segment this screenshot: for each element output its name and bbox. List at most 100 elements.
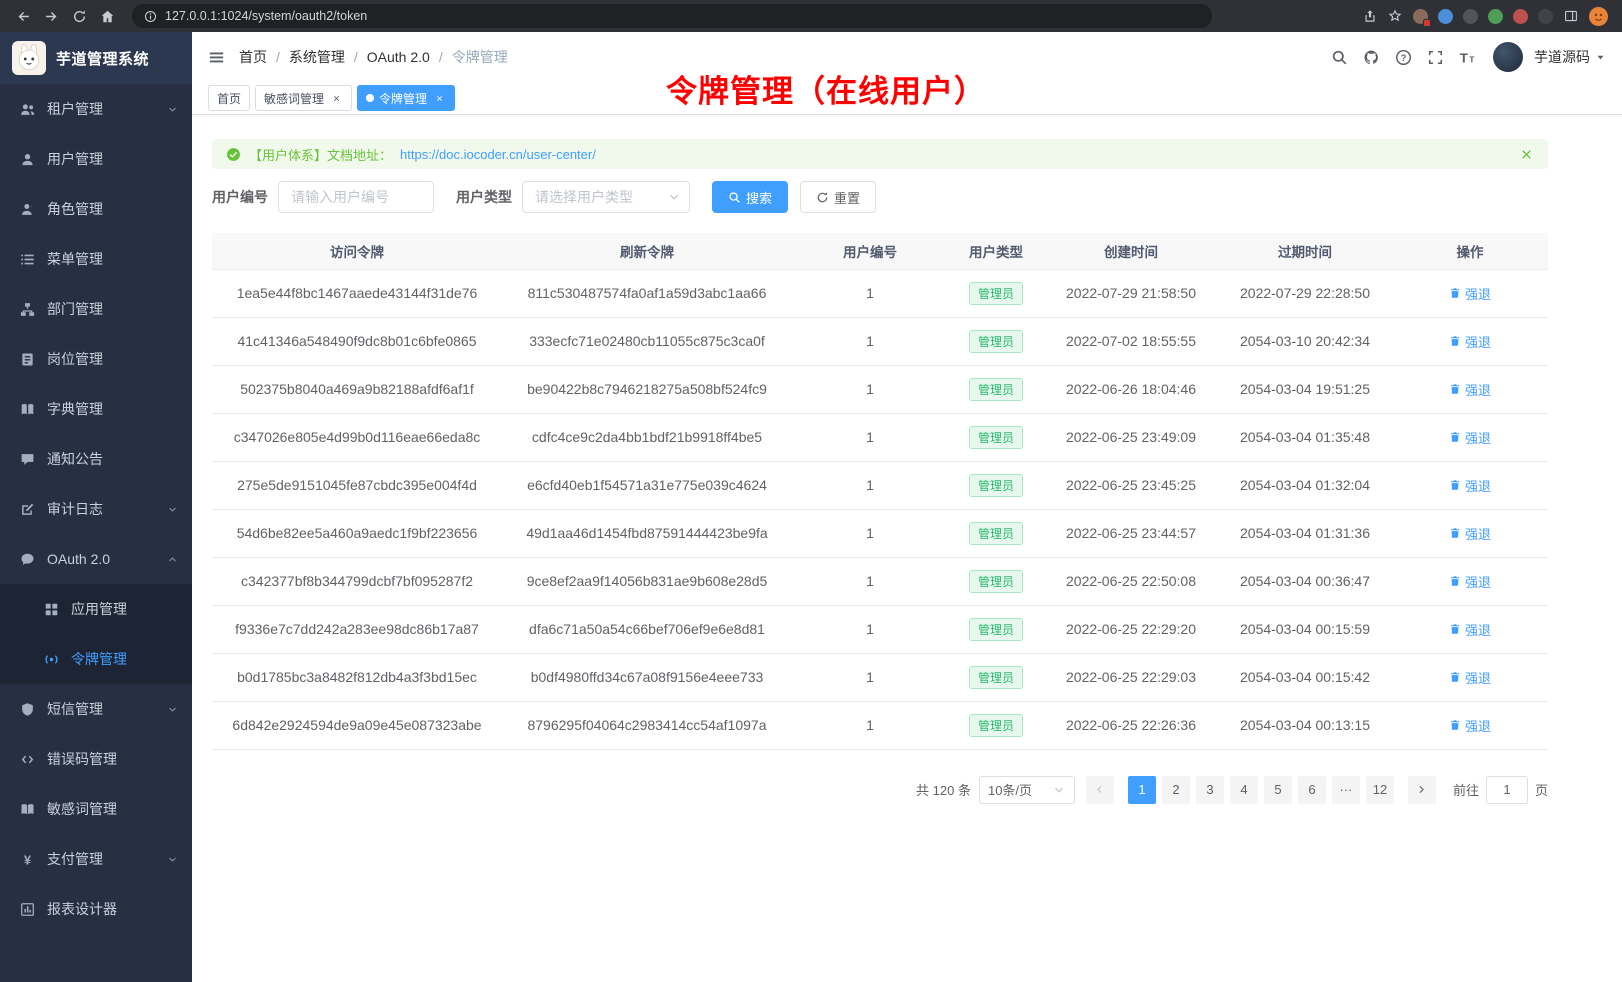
force-logout-button[interactable]: 强退	[1449, 428, 1491, 447]
user-avatar[interactable]	[1493, 42, 1523, 72]
sidebar-toggle-icon[interactable]	[1564, 9, 1578, 23]
extension-green-icon[interactable]	[1488, 9, 1503, 24]
trash-icon	[1449, 623, 1461, 635]
back-icon[interactable]	[10, 3, 36, 29]
extension-blue-icon[interactable]	[1438, 9, 1453, 24]
tab-close-icon[interactable]	[329, 91, 343, 105]
cell: be90422b8c7946218275a508bf524fc9	[502, 365, 792, 413]
cell: 管理员	[948, 365, 1044, 413]
share-icon[interactable]	[1363, 9, 1377, 23]
sidebar-item-sms[interactable]: 短信管理	[0, 684, 192, 734]
page-button-5[interactable]: 5	[1264, 776, 1292, 804]
page-more-button[interactable]: ···	[1332, 776, 1360, 804]
next-page-button[interactable]	[1408, 776, 1436, 804]
page-button-4[interactable]: 4	[1230, 776, 1258, 804]
caret-down-icon[interactable]	[1595, 52, 1606, 63]
chevron-up-icon	[167, 554, 178, 565]
tab-token[interactable]: 令牌管理	[357, 85, 455, 111]
extension-red-icon[interactable]	[1513, 9, 1528, 24]
user-id-input[interactable]	[278, 181, 434, 213]
sidebar-item-sensitive-word[interactable]: 敏感词管理	[0, 784, 192, 834]
page-button-12[interactable]: 12	[1366, 776, 1394, 804]
page-button-6[interactable]: 6	[1298, 776, 1326, 804]
force-logout-button[interactable]: 强退	[1449, 668, 1491, 687]
extension-badge-icon[interactable]	[1413, 9, 1428, 24]
force-logout-button[interactable]: 强退	[1449, 716, 1491, 735]
breadcrumb-item[interactable]: 系统管理	[289, 47, 345, 67]
force-logout-button[interactable]: 强退	[1449, 380, 1491, 399]
cell: 管理员	[948, 509, 1044, 557]
user-type-badge: 管理员	[969, 378, 1023, 401]
search-icon[interactable]	[1323, 41, 1355, 73]
sidebar-item-oauth2[interactable]: OAuth 2.0	[0, 534, 192, 584]
sidebar-item-user[interactable]: 用户管理	[0, 134, 192, 184]
github-icon[interactable]	[1355, 41, 1387, 73]
sidebar-item-tenant[interactable]: 租户管理	[0, 84, 192, 134]
sidebar-item-post[interactable]: 岗位管理	[0, 334, 192, 384]
fontsize-icon[interactable]: TT	[1451, 41, 1483, 73]
sidebar-item-report-designer[interactable]: 报表设计器	[0, 884, 192, 934]
sidebar-item-pay[interactable]: ¥支付管理	[0, 834, 192, 884]
token-table: 访问令牌刷新令牌用户编号用户类型创建时间过期时间操作 1ea5e44f8bc14…	[212, 233, 1548, 750]
extension-gray-icon[interactable]	[1538, 9, 1553, 24]
breadcrumb-item[interactable]: OAuth 2.0	[367, 49, 430, 65]
reload-icon[interactable]	[66, 3, 92, 29]
table-row: 275e5de9151045fe87cbdc395e004f4de6cfd40e…	[212, 461, 1548, 509]
column-header: 过期时间	[1218, 233, 1392, 269]
tab-sensitive-word[interactable]: 敏感词管理	[255, 85, 352, 111]
pay-icon: ¥	[20, 852, 35, 867]
search-button-label: 搜索	[746, 188, 772, 207]
user-type-select[interactable]: 请选择用户类型	[522, 181, 690, 213]
force-logout-button[interactable]: 强退	[1449, 284, 1491, 303]
goto-page-input[interactable]	[1486, 776, 1528, 804]
sidebar-item-notice[interactable]: 通知公告	[0, 434, 192, 484]
url-text: 127.0.0.1:1024/system/oauth2/token	[165, 9, 367, 23]
page-button-3[interactable]: 3	[1196, 776, 1224, 804]
reset-button[interactable]: 重置	[800, 181, 876, 213]
sidebar-item-oauth2-token[interactable]: 令牌管理	[0, 634, 192, 684]
chevron-down-icon	[167, 854, 178, 865]
sidebar-item-oauth2-app[interactable]: 应用管理	[0, 584, 192, 634]
search-button[interactable]: 搜索	[712, 181, 788, 213]
cell: 2022-06-25 23:44:57	[1044, 509, 1218, 557]
tab-home[interactable]: 首页	[208, 85, 250, 111]
force-logout-button[interactable]: 强退	[1449, 476, 1491, 495]
star-icon[interactable]	[1388, 9, 1402, 23]
chevron-down-icon	[1052, 783, 1066, 797]
cell: 2054-03-04 00:13:15	[1218, 701, 1392, 749]
sidebar-item-audit-log[interactable]: 审计日志	[0, 484, 192, 534]
url-bar[interactable]: 127.0.0.1:1024/system/oauth2/token	[132, 4, 1212, 28]
browser-profile-avatar[interactable]	[1589, 7, 1608, 26]
prev-page-button[interactable]	[1086, 776, 1114, 804]
sidebar-item-role[interactable]: 角色管理	[0, 184, 192, 234]
page-button-1[interactable]: 1	[1128, 776, 1156, 804]
cell: b0d1785bc3a8482f812db4a3f3bd15ec	[212, 653, 502, 701]
user-name[interactable]: 芋道源码	[1534, 47, 1590, 67]
hamburger-icon[interactable]	[208, 49, 225, 66]
cell: 2054-03-04 00:15:59	[1218, 605, 1392, 653]
question-icon[interactable]: ?	[1387, 41, 1419, 73]
sidebar-item-error-code[interactable]: 错误码管理	[0, 734, 192, 784]
alert-close-icon[interactable]	[1519, 147, 1534, 162]
force-logout-button[interactable]: 强退	[1449, 332, 1491, 351]
tab-close-icon[interactable]	[432, 91, 446, 105]
force-logout-button[interactable]: 强退	[1449, 524, 1491, 543]
home-icon[interactable]	[94, 3, 120, 29]
force-logout-button[interactable]: 强退	[1449, 572, 1491, 591]
forward-icon[interactable]	[38, 3, 64, 29]
table-row: 41c41346a548490f9dc8b01c6bfe0865333ecfc7…	[212, 317, 1548, 365]
sidebar-item-dept[interactable]: 部门管理	[0, 284, 192, 334]
extension-dark-icon[interactable]	[1463, 9, 1478, 24]
force-logout-button[interactable]: 强退	[1449, 620, 1491, 639]
sidebar-item-menu[interactable]: 菜单管理	[0, 234, 192, 284]
page-size-select[interactable]: 10条/页	[979, 776, 1075, 804]
breadcrumb-item[interactable]: 首页	[239, 47, 267, 67]
site-info-icon[interactable]	[144, 10, 157, 23]
cell: 管理员	[948, 605, 1044, 653]
fullscreen-icon[interactable]	[1419, 41, 1451, 73]
sidebar-item-dict[interactable]: 字典管理	[0, 384, 192, 434]
app-logo[interactable]: 芋道管理系统	[0, 32, 192, 84]
page-button-2[interactable]: 2	[1162, 776, 1190, 804]
sidebar-item-label: 租户管理	[47, 99, 155, 119]
alert-doc-link[interactable]: https://doc.iocoder.cn/user-center/	[400, 147, 596, 162]
